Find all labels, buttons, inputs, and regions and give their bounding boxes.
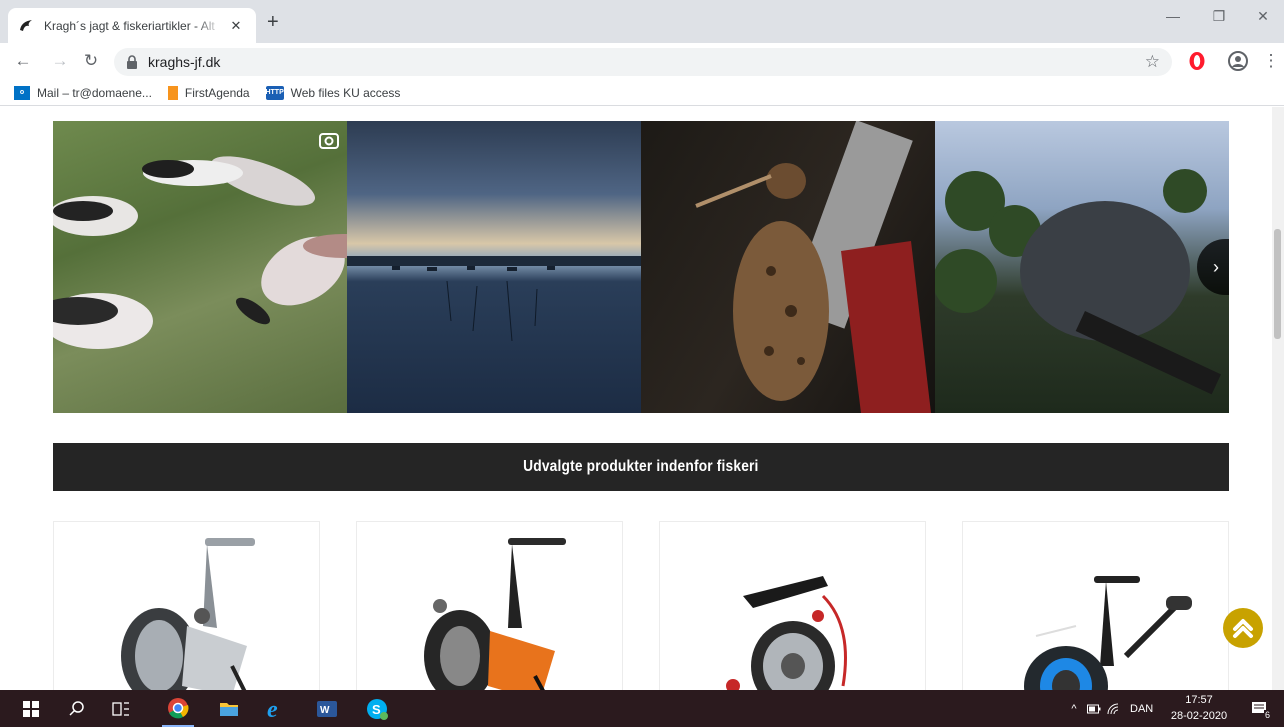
gallery-photo-lake[interactable] [347, 121, 641, 413]
windows-start-icon[interactable] [16, 690, 46, 727]
skype-icon[interactable]: S [362, 690, 392, 727]
chrome-taskbar-icon[interactable] [162, 690, 194, 727]
address-bar[interactable]: kraghs-jf.dk ☆ [114, 48, 1172, 76]
restore-button[interactable]: ❐ [1196, 8, 1242, 25]
scrollbar-thumb[interactable] [1274, 229, 1281, 339]
http-icon: HTTP [265, 85, 284, 100]
product-card[interactable] [962, 521, 1229, 690]
bookmark-label: FirstAgenda [184, 85, 250, 100]
firstagenda-icon [167, 85, 178, 100]
task-view-icon[interactable] [106, 690, 136, 727]
browser-toolbar: ← → ↻ kraghs-jf.dk ☆ ⋮ [0, 43, 1284, 80]
product-image-reel-silver [120, 538, 255, 690]
file-explorer-icon[interactable] [214, 690, 244, 727]
reload-button[interactable]: ↻ [80, 51, 102, 71]
internet-explorer-icon[interactable]: e [260, 690, 292, 727]
new-tab-button[interactable]: + [267, 12, 279, 32]
gallery-photo-geese[interactable] [53, 121, 347, 413]
gallery-photo-woodcock[interactable] [641, 121, 935, 413]
product-image-reel-orange [423, 538, 566, 690]
svg-text:W: W [320, 705, 330, 716]
notification-center-icon[interactable]: 6 [1246, 690, 1274, 727]
profile-avatar-icon[interactable] [1227, 50, 1249, 72]
svg-text:S: S [372, 702, 381, 717]
forward-button[interactable]: → [49, 51, 71, 71]
browser-menu-icon[interactable]: ⋮ [1260, 51, 1282, 71]
camera-icon [319, 133, 339, 149]
word-icon[interactable]: W [312, 690, 342, 727]
gallery-photo-bird-branch[interactable]: › [935, 121, 1229, 413]
double-chevron-up-icon [1233, 619, 1253, 638]
clock-date[interactable]: 28-02-2020 [1168, 710, 1230, 722]
bookmark-web-files[interactable]: HTTP Web files KU access [265, 85, 401, 100]
close-window-button[interactable]: ✕ [1240, 8, 1284, 25]
tab-title: Kragh´s jagt & fiskeriartikler - Alt [44, 18, 215, 33]
language-indicator[interactable]: DAN [1130, 703, 1153, 715]
bookmark-label: Mail – tr@domaene... [37, 85, 152, 100]
notification-count: 6 [1263, 710, 1271, 720]
minimize-button[interactable]: — [1150, 8, 1196, 24]
battery-icon[interactable] [1086, 690, 1102, 727]
product-grid [53, 521, 1229, 690]
page-viewport: › Udvalgte produkter indenfor fiskeri [0, 107, 1284, 690]
bookmark-firstagenda[interactable]: FirstAgenda [167, 85, 250, 100]
url-text: kraghs-jf.dk [148, 54, 221, 70]
instagram-gallery: › [53, 121, 1229, 413]
clock-time[interactable]: 17:57 [1168, 694, 1230, 706]
bookmarks-bar: o Mail – tr@domaene... FirstAgenda HTTP … [0, 80, 1284, 106]
bookmark-mail[interactable]: o Mail – tr@domaene... [14, 85, 152, 100]
back-to-top-button[interactable] [1223, 608, 1263, 648]
product-card[interactable] [53, 521, 320, 690]
back-button[interactable]: ← [12, 51, 34, 71]
wifi-icon[interactable] [1106, 690, 1122, 727]
tab-close-icon[interactable]: ✕ [228, 18, 244, 34]
search-icon[interactable] [62, 690, 92, 727]
bookmark-star-icon[interactable]: ☆ [1145, 52, 1160, 72]
lock-icon [127, 55, 137, 69]
tab-strip: Kragh´s jagt & fiskeriartikler - Alt ✕ +… [0, 0, 1284, 43]
section-banner: Udvalgte produkter indenfor fiskeri [53, 443, 1229, 491]
page-scrollbar[interactable] [1272, 107, 1284, 690]
section-title: Udvalgte produkter indenfor fiskeri [523, 458, 759, 475]
site-favicon-icon [18, 18, 34, 34]
opera-extension-icon[interactable] [1187, 50, 1207, 72]
product-image-reel-blue [1023, 576, 1192, 690]
bookmark-label: Web files KU access [290, 85, 401, 100]
outlook-icon: o [14, 85, 30, 100]
product-image-reel-red [725, 576, 847, 690]
windows-taskbar: e W S ^ DAN 17:57 28-02-2020 6 [0, 690, 1284, 727]
svg-text:e: e [267, 697, 278, 721]
product-card[interactable] [659, 521, 926, 690]
tray-chevron-icon[interactable]: ^ [1066, 690, 1082, 727]
product-card[interactable] [356, 521, 623, 690]
browser-tab[interactable]: Kragh´s jagt & fiskeriartikler - Alt ✕ [8, 8, 256, 43]
